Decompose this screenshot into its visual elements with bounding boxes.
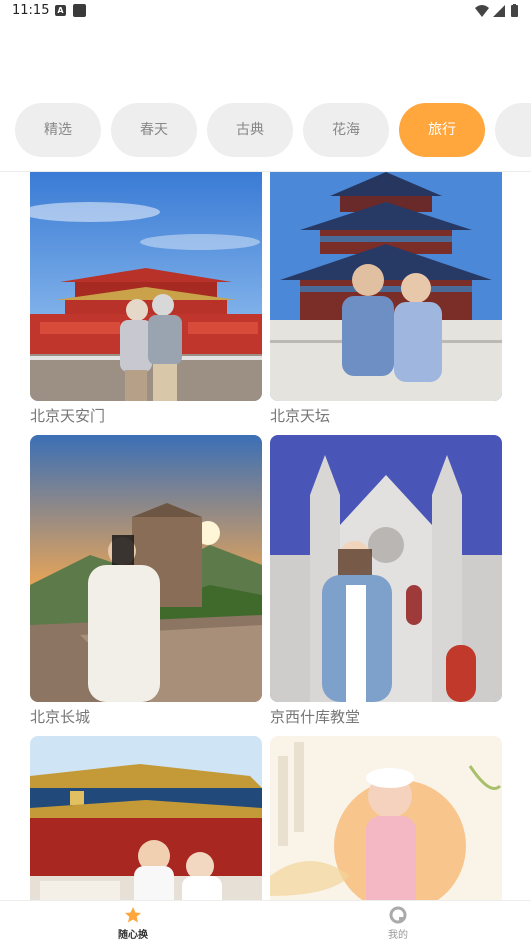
app-screen: 11:15 A 精选 春天 古典 花海 旅行 北京天安门 北京天坛 北京长城 京… — [0, 0, 531, 944]
tab-chuntian[interactable]: 春天 — [111, 103, 197, 157]
notification-square-icon — [73, 4, 86, 17]
battery-icon — [511, 5, 518, 17]
nav-mine[interactable]: 我的 — [338, 901, 458, 944]
nav-mine-label: 我的 — [388, 930, 408, 941]
signal-icon — [493, 5, 505, 17]
status-bar: 11:15 A — [0, 0, 531, 24]
bottom-nav: 随心换 我的 — [0, 900, 531, 944]
tab-huahai[interactable]: 花海 — [303, 103, 389, 157]
tab-partial[interactable] — [495, 103, 531, 157]
category-tabs: 精选 春天 古典 花海 旅行 — [0, 103, 531, 157]
profile-icon — [389, 906, 407, 924]
template-caption: 北京天安门 — [30, 407, 106, 425]
template-photo[interactable] — [30, 736, 262, 900]
tab-label: 精选 — [44, 122, 72, 138]
template-photo[interactable] — [30, 172, 262, 401]
template-caption: 北京长城 — [30, 708, 91, 726]
status-icons — [475, 4, 518, 17]
tab-label: 花海 — [332, 122, 360, 138]
status-time: 11:15 — [12, 3, 50, 18]
tab-gudian[interactable]: 古典 — [207, 103, 293, 157]
template-photo[interactable] — [270, 172, 502, 401]
tab-lvxing[interactable]: 旅行 — [399, 103, 485, 157]
template-caption: 京西什库教堂 — [270, 708, 361, 726]
tab-label: 旅行 — [428, 122, 456, 138]
tab-jingxuan[interactable]: 精选 — [15, 103, 101, 157]
template-photo[interactable] — [270, 736, 502, 900]
nav-home[interactable]: 随心换 — [73, 901, 193, 944]
star-icon — [125, 907, 141, 923]
template-photo[interactable] — [30, 435, 262, 702]
nav-home-label: 随心换 — [118, 930, 148, 941]
template-grid: 北京天安门 北京天坛 北京长城 京西什库教堂 — [0, 172, 531, 900]
tab-label: 古典 — [236, 122, 264, 138]
template-caption: 北京天坛 — [270, 407, 331, 425]
tab-label: 春天 — [140, 122, 168, 138]
template-photo[interactable] — [270, 435, 502, 702]
notification-a-icon: A — [55, 5, 66, 16]
wifi-icon — [475, 5, 489, 17]
